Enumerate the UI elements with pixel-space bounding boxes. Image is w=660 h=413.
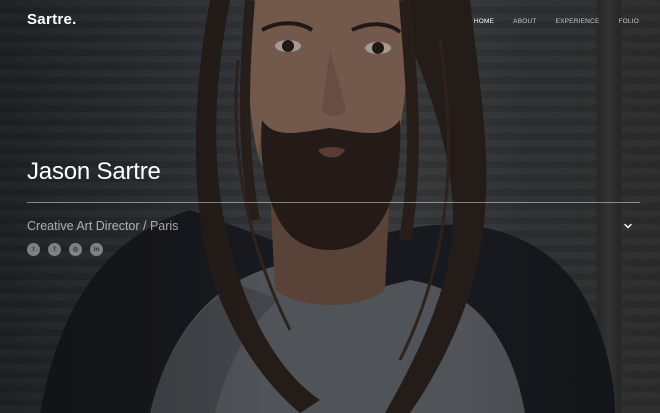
hero-background xyxy=(0,0,660,413)
linkedin-icon[interactable]: in xyxy=(90,243,103,256)
vignette-overlay xyxy=(0,0,660,413)
nav-item-folio[interactable]: FOLIO xyxy=(618,18,639,25)
nav-item-experience[interactable]: EXPERIENCE xyxy=(556,18,600,25)
nav-item-home[interactable]: HOME xyxy=(474,18,494,25)
facebook-glyph: f xyxy=(53,246,56,253)
hero-subtitle: Creative Art Director / Paris xyxy=(27,219,179,233)
linkedin-glyph: in xyxy=(93,246,100,253)
twitter-glyph: t xyxy=(32,246,35,253)
facebook-icon[interactable]: f xyxy=(48,243,61,256)
instagram-icon[interactable]: ◎ xyxy=(69,243,82,256)
site-logo[interactable]: Sartre. xyxy=(27,11,77,28)
nav-item-about[interactable]: ABOUT xyxy=(513,18,536,25)
hero-divider xyxy=(27,202,640,203)
instagram-glyph: ◎ xyxy=(72,246,79,253)
chevron-down-icon[interactable] xyxy=(621,219,635,233)
twitter-icon[interactable]: t xyxy=(27,243,40,256)
main-nav: HOME ABOUT EXPERIENCE FOLIO xyxy=(474,18,639,25)
social-links: t f ◎ in xyxy=(27,243,103,256)
hero-name: Jason Sartre xyxy=(27,158,161,185)
